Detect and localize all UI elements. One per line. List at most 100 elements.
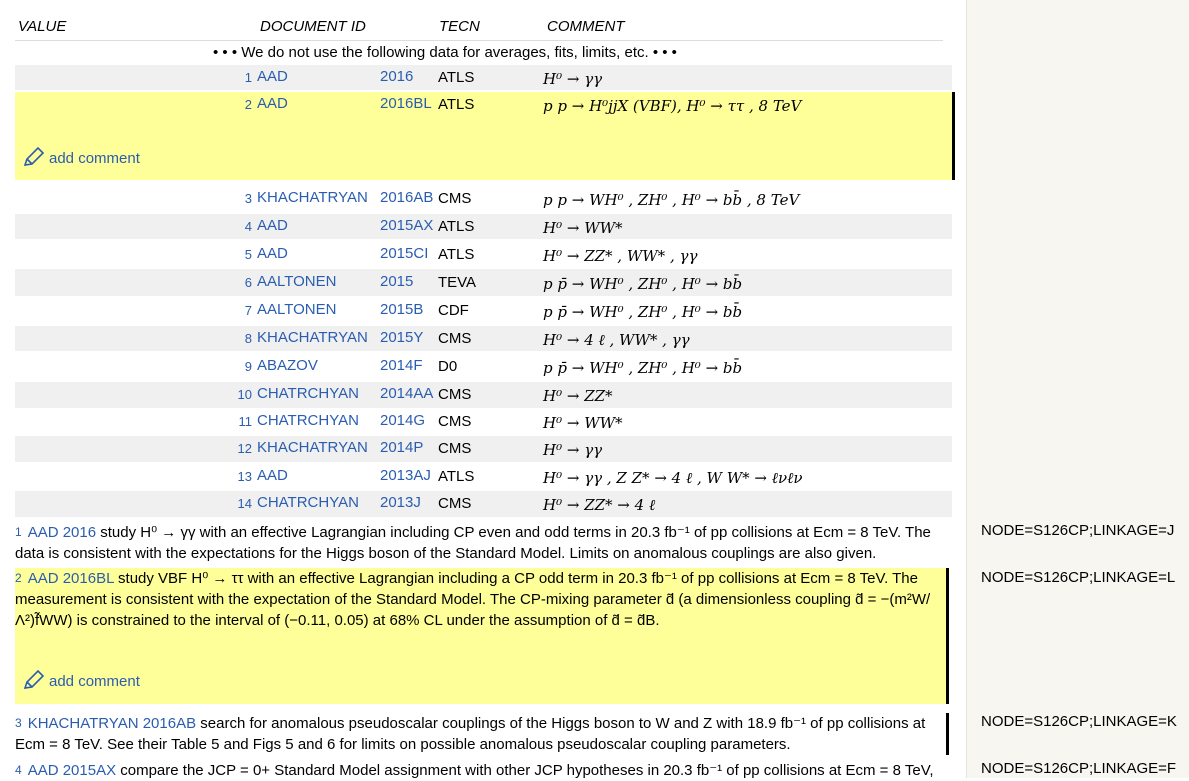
year-link[interactable]: 2014AA [380, 385, 433, 402]
table-row: 13 AAD 2013AJ ATLS H⁰ → γγ , Z Z* → 4 ℓ , W … [15, 463, 952, 490]
comment-cell: p p̄ → WH⁰ , ZH⁰ , H⁰ → bb̄ [543, 303, 743, 321]
tecn-cell: CMS [438, 495, 472, 512]
table-row: 14 CHATRCHYAN 2013J CMS H⁰ → ZZ* → 4 ℓ [15, 491, 952, 517]
year-link[interactable]: 2015 [380, 273, 413, 290]
year-link[interactable]: 2014G [380, 412, 425, 429]
year-link[interactable]: 2013AJ [380, 467, 431, 484]
footnote-text: study VBF H⁰ → ττ with an effective Lagr… [15, 570, 931, 629]
header-value: VALUE [18, 18, 67, 35]
author-link[interactable]: CHATRCHYAN [257, 412, 359, 429]
comment-cell: H⁰ → ZZ* [543, 387, 613, 405]
header-divider [15, 40, 943, 41]
author-link[interactable]: KHACHATRYAN [257, 189, 368, 206]
row-index: 7 [244, 303, 252, 318]
header-document-id: DOCUMENT ID [260, 18, 366, 35]
tecn-cell: TEVA [438, 274, 477, 291]
tecn-cell: ATLS [438, 218, 475, 235]
year-link[interactable]: 2016 [380, 68, 413, 85]
tecn-cell: CMS [438, 330, 472, 347]
year-link[interactable]: 2015Y [380, 329, 423, 346]
footnote-3: 3 KHACHATRYAN 2016AB search for anomalous… [15, 713, 949, 755]
node-label-4: NODE=S126CP;LINKAGE=F [981, 760, 1177, 777]
footnote-ref-link[interactable]: AAD 2015AX [28, 762, 116, 779]
table-row: 9 ABAZOV 2014F D0 p p̄ → WH⁰ , ZH⁰ , H⁰ → bb… [15, 353, 952, 380]
author-link[interactable]: AAD [257, 245, 288, 262]
footnote-ref-link[interactable]: KHACHATRYAN 2016AB [28, 715, 196, 732]
footnote-number: 2 [15, 571, 22, 585]
pencil-icon [23, 669, 45, 689]
table-row: 12 KHACHATRYAN 2014P CMS H⁰ → γγ [15, 436, 952, 462]
year-link[interactable]: 2015B [380, 301, 423, 318]
author-link[interactable]: KHACHATRYAN [257, 439, 368, 456]
tecn-cell: ATLS [438, 246, 475, 263]
footnote-text: compare the JCP = 0+ Standard Model assi… [116, 762, 934, 779]
row-index: 11 [238, 414, 253, 429]
comment-cell: H⁰ → 4 ℓ , WW* , γγ [543, 331, 690, 349]
row-index: 1 [244, 70, 252, 85]
author-link[interactable]: AALTONEN [257, 301, 336, 318]
table-row: 11 CHATRCHYAN 2014G CMS H⁰ → WW* [15, 409, 952, 435]
footnote-number: 3 [15, 716, 22, 730]
comment-cell: p p̄ → WH⁰ , ZH⁰ , H⁰ → bb̄ [543, 359, 743, 377]
table-row: 10 CHATRCHYAN 2014AA CMS H⁰ → ZZ* [15, 382, 952, 408]
table-row: 1 AAD 2016 ATLS H⁰ → γγ [15, 65, 952, 90]
comment-cell: H⁰ → ZZ* , WW* , γγ [543, 247, 698, 265]
footnote-1: 1 AAD 2016 study H⁰ → γγ with an effectiv… [15, 522, 943, 564]
year-link[interactable]: 2016AB [380, 189, 433, 206]
year-link[interactable]: 2014F [380, 357, 423, 374]
add-comment-link[interactable]: add comment [23, 669, 140, 692]
node-label-2: NODE=S126CP;LINKAGE=L [981, 569, 1176, 586]
comment-cell: p p̄ → WH⁰ , ZH⁰ , H⁰ → bb̄ [543, 275, 743, 293]
table-row: 5 AAD 2015CI ATLS H⁰ → ZZ* , WW* , γγ [15, 241, 952, 268]
comment-cell: p p → H⁰jjX (VBF), H⁰ → ττ , 8 TeV [543, 97, 802, 115]
row-index: 13 [237, 469, 252, 484]
sidebar [966, 0, 1189, 778]
comment-cell: H⁰ → ZZ* → 4 ℓ [543, 496, 656, 514]
row-index: 2 [244, 97, 252, 112]
header-comment: COMMENT [547, 18, 625, 35]
add-comment-label: add comment [49, 150, 140, 167]
table-row: 3 KHACHATRYAN 2016AB CMS p p → WH⁰ , ZH⁰ , H… [15, 184, 952, 213]
author-link[interactable]: CHATRCHYAN [257, 385, 359, 402]
row-index: 9 [244, 359, 252, 374]
author-link[interactable]: AALTONEN [257, 273, 336, 290]
year-link[interactable]: 2013J [380, 494, 421, 511]
tecn-cell: CMS [438, 413, 472, 430]
year-link[interactable]: 2014P [380, 439, 423, 456]
table-row: 7 AALTONEN 2015B CDF p p̄ → WH⁰ , ZH⁰ , H⁰ →… [15, 297, 952, 324]
tecn-cell: CMS [438, 440, 472, 457]
comment-cell: H⁰ → WW* [543, 414, 623, 432]
footnote-text: study H⁰ → γγ with an effective Lagrangi… [15, 524, 931, 562]
node-label-3: NODE=S126CP;LINKAGE=K [981, 713, 1177, 730]
table-row: 4 AAD 2015AX ATLS H⁰ → WW* [15, 214, 952, 239]
footnote-ref-link[interactable]: AAD 2016BL [28, 570, 114, 587]
author-link[interactable]: KHACHATRYAN [257, 329, 368, 346]
author-link[interactable]: CHATRCHYAN [257, 494, 359, 511]
add-comment-link[interactable]: add comment [23, 146, 140, 167]
row-index: 5 [244, 247, 252, 262]
tecn-cell: ATLS [438, 96, 475, 113]
year-link[interactable]: 2015CI [380, 245, 428, 262]
row-index: 8 [244, 331, 252, 346]
footnote-2: 2 AAD 2016BL study VBF H⁰ → ττ with an ef… [15, 568, 949, 704]
row-index: 14 [237, 496, 252, 511]
author-link[interactable]: AAD [257, 217, 288, 234]
author-link[interactable]: ABAZOV [257, 357, 318, 374]
comment-cell: H⁰ → γγ [543, 70, 603, 88]
table-row: 6 AALTONEN 2015 TEVA p p̄ → WH⁰ , ZH⁰ , H⁰ →… [15, 269, 952, 296]
footnote-ref-link[interactable]: AAD 2016 [28, 524, 96, 541]
author-link[interactable]: AAD [257, 467, 288, 484]
tecn-cell: CMS [438, 386, 472, 403]
tecn-cell: CDF [438, 302, 469, 319]
footnote-number: 1 [15, 525, 22, 539]
data-usage-note: • • • We do not use the following data f… [213, 44, 677, 61]
main-content: VALUE DOCUMENT ID TECN COMMENT • • • We … [0, 0, 966, 779]
row-index: 4 [244, 219, 252, 234]
pencil-icon [23, 146, 45, 166]
author-link[interactable]: AAD [257, 95, 288, 112]
node-label-1: NODE=S126CP;LINKAGE=J [981, 522, 1175, 539]
year-link[interactable]: 2016BL [380, 95, 432, 112]
table-row: 8 KHACHATRYAN 2015Y CMS H⁰ → 4 ℓ , WW* , γγ [15, 326, 952, 351]
author-link[interactable]: AAD [257, 68, 288, 85]
year-link[interactable]: 2015AX [380, 217, 433, 234]
